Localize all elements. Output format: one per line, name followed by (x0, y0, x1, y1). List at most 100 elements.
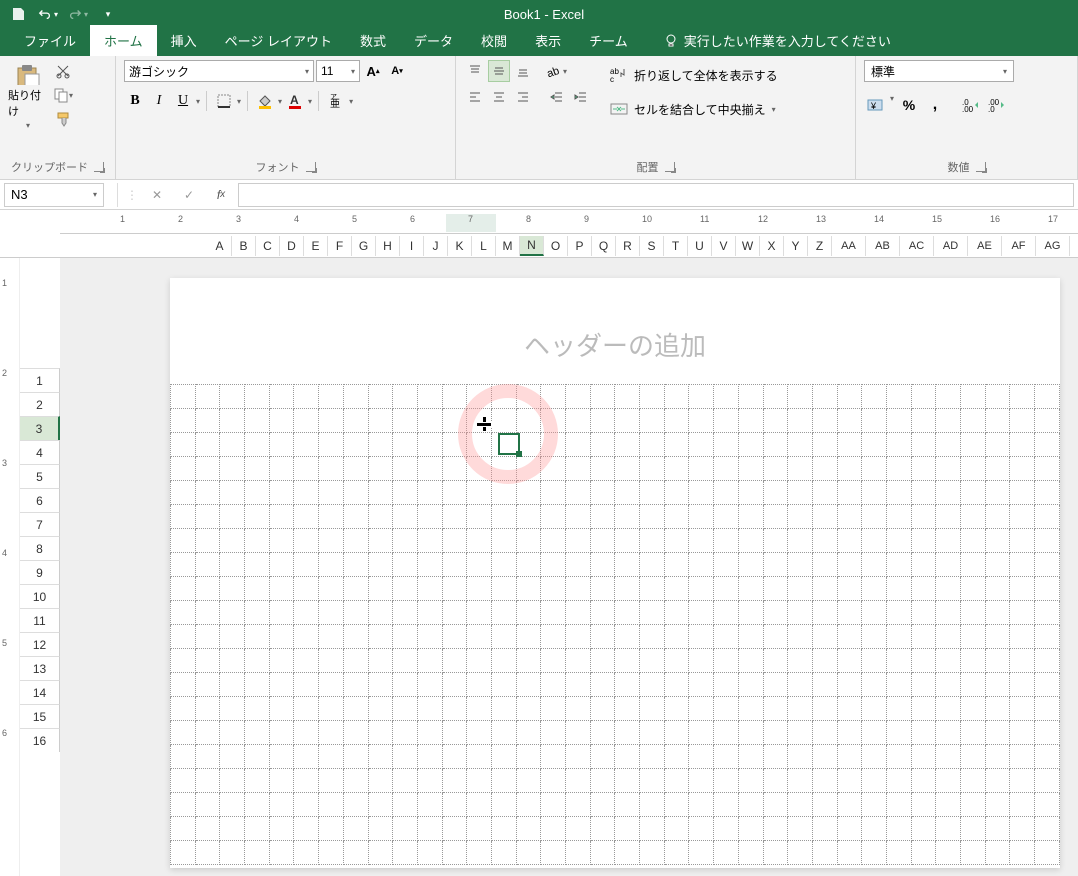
column-header-A[interactable]: A (208, 236, 232, 256)
alignment-launcher[interactable] (665, 162, 675, 172)
column-header-E[interactable]: E (304, 236, 328, 256)
enter-formula-button[interactable]: ✓ (176, 183, 202, 207)
borders-button[interactable] (213, 90, 235, 112)
align-right-button[interactable] (512, 86, 534, 108)
align-top-button[interactable] (464, 60, 486, 82)
cell-grid[interactable] (170, 384, 1060, 868)
column-header-D[interactable]: D (280, 236, 304, 256)
column-header-M[interactable]: M (496, 236, 520, 256)
underline-button[interactable]: U (172, 90, 194, 112)
align-bottom-button[interactable] (512, 60, 534, 82)
row-header-12[interactable]: 12 (20, 632, 60, 656)
row-header-7[interactable]: 7 (20, 512, 60, 536)
italic-button[interactable]: I (148, 90, 170, 112)
increase-font-button[interactable]: A▴ (362, 60, 384, 82)
column-header-J[interactable]: J (424, 236, 448, 256)
column-header-Q[interactable]: Q (592, 236, 616, 256)
vertical-ruler[interactable]: 123456 (0, 258, 20, 876)
row-header-11[interactable]: 11 (20, 608, 60, 632)
row-header-15[interactable]: 15 (20, 704, 60, 728)
align-center-button[interactable] (488, 86, 510, 108)
column-header-H[interactable]: H (376, 236, 400, 256)
tab-review[interactable]: 校閲 (467, 25, 521, 56)
font-size-selector[interactable]: 11▾ (316, 60, 360, 82)
horizontal-ruler[interactable]: 1234567891011121314151617 (60, 214, 1078, 234)
clipboard-launcher[interactable] (94, 162, 104, 172)
tab-file[interactable]: ファイル (10, 25, 90, 56)
column-header-Y[interactable]: Y (784, 236, 808, 256)
column-header-P[interactable]: P (568, 236, 592, 256)
increase-indent-button[interactable] (570, 86, 592, 108)
row-header-13[interactable]: 13 (20, 656, 60, 680)
row-header-6[interactable]: 6 (20, 488, 60, 512)
number-launcher[interactable] (976, 162, 986, 172)
column-header-G[interactable]: G (352, 236, 376, 256)
cancel-formula-button[interactable]: ✕ (144, 183, 170, 207)
fill-color-button[interactable] (254, 90, 276, 112)
font-launcher[interactable] (306, 162, 316, 172)
cut-button[interactable] (52, 60, 74, 82)
align-middle-button[interactable] (488, 60, 510, 82)
tab-formulas[interactable]: 数式 (346, 25, 400, 56)
column-header-R[interactable]: R (616, 236, 640, 256)
number-format-selector[interactable]: 標準▾ (864, 60, 1014, 82)
merge-center-button[interactable]: セルを結合して中央揃え ▾ (604, 94, 784, 124)
undo-icon[interactable]: ▾ (38, 4, 58, 24)
column-header-AG[interactable]: AG (1036, 236, 1070, 256)
insert-function-button[interactable]: fx (208, 183, 234, 207)
redo-icon[interactable]: ▾ (68, 4, 88, 24)
column-header-C[interactable]: C (256, 236, 280, 256)
row-header-4[interactable]: 4 (20, 440, 60, 464)
qat-customize-icon[interactable]: ▾ (98, 4, 118, 24)
phonetic-button[interactable]: ア亜 (325, 90, 347, 112)
bold-button[interactable]: B (124, 90, 146, 112)
column-header-W[interactable]: W (736, 236, 760, 256)
row-header-16[interactable]: 16 (20, 728, 60, 752)
column-header-B[interactable]: B (232, 236, 256, 256)
column-header-X[interactable]: X (760, 236, 784, 256)
column-header-V[interactable]: V (712, 236, 736, 256)
column-header-Z[interactable]: Z (808, 236, 832, 256)
tell-me-search[interactable]: 実行したい作業を入力してください (654, 25, 901, 56)
row-header-8[interactable]: 8 (20, 536, 60, 560)
row-header-2[interactable]: 2 (20, 392, 60, 416)
column-header-K[interactable]: K (448, 236, 472, 256)
sheet-viewport[interactable]: ヘッダーの追加 (60, 258, 1078, 876)
tab-data[interactable]: データ (400, 25, 467, 56)
column-header-AF[interactable]: AF (1002, 236, 1036, 256)
paste-button[interactable]: 貼り付け ▾ (8, 60, 48, 130)
tab-page-layout[interactable]: ページ レイアウト (211, 25, 346, 56)
row-header-1[interactable]: 1 (20, 368, 60, 392)
column-header-AD[interactable]: AD (934, 236, 968, 256)
font-name-selector[interactable]: 游ゴシック▾ (124, 60, 314, 82)
row-header-3[interactable]: 3 (20, 416, 60, 440)
accounting-format-button[interactable]: ¥ (864, 94, 886, 116)
column-header-AC[interactable]: AC (900, 236, 934, 256)
column-header-O[interactable]: O (544, 236, 568, 256)
formula-input[interactable] (238, 183, 1074, 207)
tab-insert[interactable]: 挿入 (157, 25, 211, 56)
copy-button[interactable]: ▾ (52, 84, 74, 106)
column-header-AA[interactable]: AA (832, 236, 866, 256)
row-header-5[interactable]: 5 (20, 464, 60, 488)
tab-team[interactable]: チーム (575, 25, 642, 56)
name-box[interactable]: N3▾ (4, 183, 104, 207)
active-cell[interactable] (498, 433, 520, 455)
header-placeholder[interactable]: ヘッダーの追加 (170, 278, 1060, 373)
increase-decimal-button[interactable]: .0.00 (960, 94, 982, 116)
tab-home[interactable]: ホーム (90, 25, 157, 56)
row-header-10[interactable]: 10 (20, 584, 60, 608)
wrap-text-button[interactable]: abc 折り返して全体を表示する (604, 60, 784, 90)
percent-button[interactable]: % (898, 94, 920, 116)
column-header-S[interactable]: S (640, 236, 664, 256)
format-painter-button[interactable] (52, 108, 74, 130)
save-icon[interactable] (8, 4, 28, 24)
column-header-T[interactable]: T (664, 236, 688, 256)
orientation-button[interactable]: ab▾ (546, 60, 568, 82)
align-left-button[interactable] (464, 86, 486, 108)
decrease-font-button[interactable]: A▾ (386, 60, 408, 82)
column-header-N[interactable]: N (520, 236, 544, 256)
row-header-9[interactable]: 9 (20, 560, 60, 584)
column-header-U[interactable]: U (688, 236, 712, 256)
tab-view[interactable]: 表示 (521, 25, 575, 56)
